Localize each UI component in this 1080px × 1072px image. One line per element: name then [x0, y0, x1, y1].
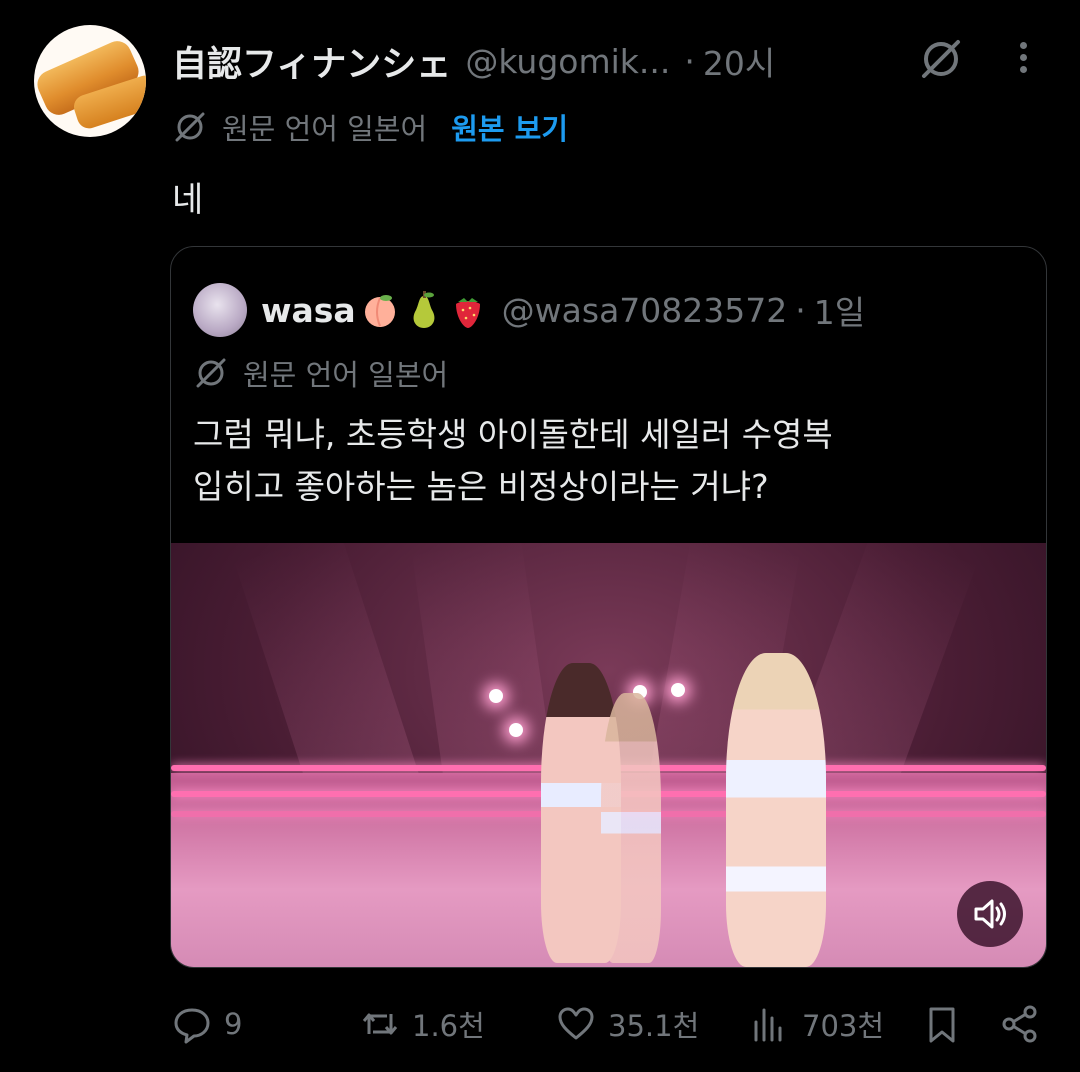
translation-row: 원문 언어 일본어 원본 보기 — [172, 104, 568, 150]
tweet-text: 네 — [172, 180, 204, 220]
tweet-timestamp[interactable]: 20시 — [703, 37, 775, 85]
view-count: 703천 — [802, 1009, 885, 1043]
author-handle[interactable]: @kugomik... — [465, 42, 670, 81]
quoted-tweet[interactable]: wasa @wasa70823572 · 1일 원문 언어 일본어 그럼 뭐냐,… — [170, 246, 1047, 968]
dancer-figure — [601, 693, 661, 963]
more-icon[interactable] — [1006, 38, 1040, 80]
dancer-figure — [726, 653, 826, 967]
like-button[interactable]: 35.1천 — [556, 998, 699, 1050]
stage-sparkle — [509, 723, 523, 737]
stage-sparkle — [489, 689, 503, 703]
quote-author-name[interactable]: wasa — [261, 291, 356, 330]
repost-button[interactable]: 1.6천 — [360, 998, 485, 1050]
translate-icon — [196, 358, 226, 388]
translated-from-label: 원문 언어 일본어 — [222, 112, 428, 146]
quote-header: wasa @wasa70823572 · 1일 — [261, 285, 865, 335]
quote-timestamp[interactable]: 1일 — [814, 286, 865, 334]
reply-count: 9 — [224, 1007, 243, 1041]
speaker-icon — [974, 899, 1006, 929]
video-player[interactable] — [171, 543, 1046, 967]
separator-dot: · — [795, 290, 806, 330]
stage-sparkle — [671, 683, 685, 697]
like-count: 35.1천 — [608, 1009, 700, 1043]
strawberry-emoji — [455, 298, 480, 328]
quote-text-line: 입히고 좋아하는 놈은 비정상이라는 거냐? — [193, 467, 769, 506]
repost-icon — [362, 1013, 398, 1035]
tweet-action-bar: 9 1.6천 35.1천 703천 — [170, 998, 1050, 1050]
grok-icon[interactable] — [916, 34, 966, 84]
mute-toggle-button[interactable] — [957, 881, 1023, 947]
repost-count: 1.6천 — [412, 1009, 485, 1043]
translate-icon — [175, 112, 205, 142]
quote-author-handle[interactable]: @wasa70823572 — [502, 291, 788, 330]
separator-dot: · — [684, 41, 695, 81]
quote-text-line: 그럼 뭐냐, 초등학생 아이돌한테 세일러 수영복 — [193, 415, 833, 454]
quote-translation-row: 원문 언어 일본어 — [193, 351, 448, 395]
show-original-link[interactable]: 원본 보기 — [451, 106, 568, 148]
share-icon — [1002, 1005, 1037, 1043]
reply-icon — [174, 1008, 210, 1044]
views-button[interactable]: 703천 — [750, 998, 884, 1050]
bookmark-icon — [929, 1007, 955, 1043]
pear-emoji — [413, 291, 435, 328]
bookmark-button[interactable] — [922, 998, 962, 1050]
reply-button[interactable]: 9 — [172, 998, 242, 1050]
views-icon — [754, 1008, 782, 1042]
quote-translated-from-label: 원문 언어 일본어 — [243, 358, 449, 392]
author-avatar[interactable] — [34, 25, 146, 137]
author-name[interactable]: 自認フィナンシェ — [172, 36, 451, 87]
quote-text: 그럼 뭐냐, 초등학생 아이돌한테 세일러 수영복 입히고 좋아하는 놈은 비정… — [193, 409, 1013, 513]
peach-emoji — [364, 295, 395, 327]
heart-icon — [558, 1007, 594, 1040]
share-button[interactable] — [1000, 998, 1040, 1050]
quote-author-avatar[interactable] — [193, 283, 247, 337]
tweet-header: 自認フィナンシェ @kugomik... · 20시 — [172, 36, 775, 86]
